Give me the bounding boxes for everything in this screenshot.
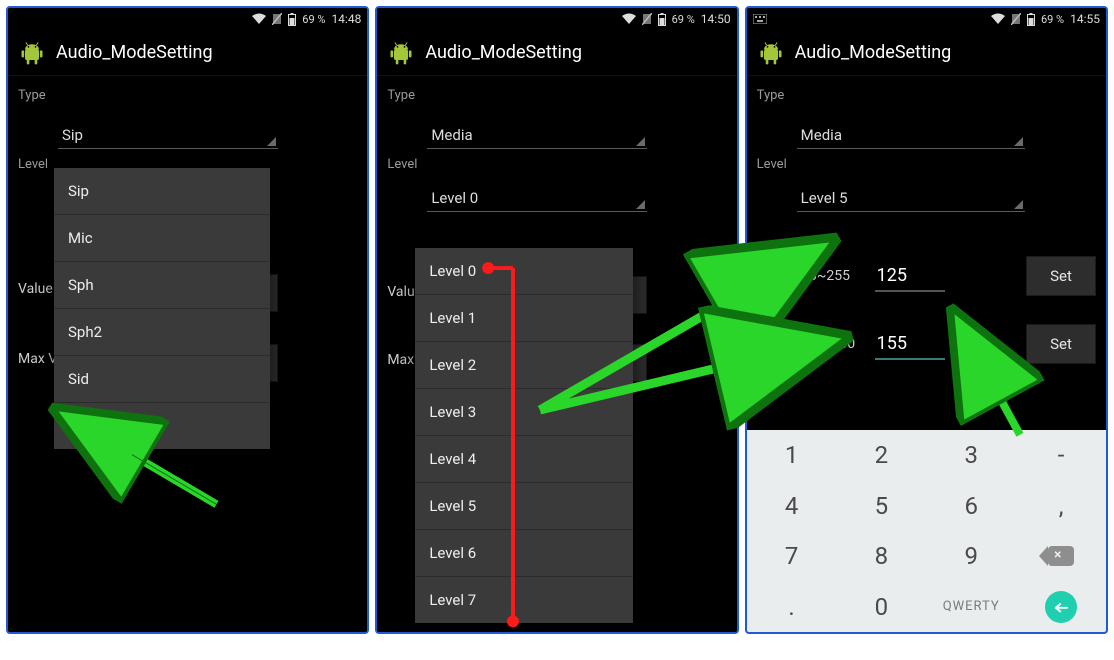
dropdown-item-level3[interactable]: Level 3: [415, 389, 633, 436]
key-comma[interactable]: ,: [1016, 481, 1106, 532]
dropdown-item-level1[interactable]: Level 1: [415, 295, 633, 342]
key-4[interactable]: 4: [747, 481, 837, 532]
type-spinner[interactable]: Sip: [58, 115, 278, 149]
backspace-icon: ×: [1048, 546, 1074, 566]
key-dot[interactable]: .: [747, 582, 837, 633]
maxvol-set-button[interactable]: Set: [1026, 324, 1096, 364]
app-title: Audio_ModeSetting: [56, 42, 213, 63]
key-9[interactable]: 9: [926, 531, 1016, 582]
dropdown-item-level7[interactable]: Level 7: [415, 577, 633, 623]
chevron-down-icon: [1014, 137, 1023, 146]
clock-time: 14:50: [701, 12, 731, 26]
app-title: Audio_ModeSetting: [425, 42, 582, 63]
type-spinner-value: Media: [431, 126, 472, 144]
dropdown-item-level2[interactable]: Level 2: [415, 342, 633, 389]
battery-percent: 69 %: [302, 13, 325, 26]
status-bar: 69 % 14:55: [747, 8, 1106, 30]
dropdown-item-level0[interactable]: Level 0: [415, 248, 633, 295]
value-label: Value is 0~255: [757, 268, 867, 284]
status-bar: 69 % 14:50: [377, 8, 736, 30]
level-dropdown[interactable]: Level 0 Level 1 Level 2 Level 3 Level 4 …: [415, 248, 633, 623]
battery-percent: 69 %: [672, 13, 695, 26]
key-8[interactable]: 8: [836, 531, 926, 582]
chevron-down-icon: [267, 137, 276, 146]
value-label-stub: Value: [18, 281, 53, 297]
dropdown-item-level4[interactable]: Level 4: [415, 436, 633, 483]
value-input[interactable]: 125: [875, 261, 945, 292]
level-spinner[interactable]: Level 0: [427, 178, 647, 212]
clock-time: 14:55: [1070, 12, 1100, 26]
app-header: Audio_ModeSetting: [377, 30, 736, 76]
key-1[interactable]: 1: [747, 430, 837, 481]
phone-panel-2: 69 % 14:50 Audio_ModeSetting Type Media …: [375, 6, 738, 634]
android-logo-icon: [387, 39, 415, 67]
battery-percent: 69 %: [1041, 13, 1064, 26]
type-label: Type: [757, 88, 1096, 103]
sim-off-icon: [272, 13, 282, 25]
app-title: Audio_ModeSetting: [795, 42, 952, 63]
app-header: Audio_ModeSetting: [747, 30, 1106, 76]
maxvol-input[interactable]: 155: [875, 329, 945, 360]
key-5[interactable]: 5: [836, 481, 926, 532]
dropdown-item-level5[interactable]: Level 5: [415, 483, 633, 530]
phone-panel-1: 69 % 14:48 Audio_ModeSetting Type Sip Le…: [6, 6, 369, 634]
status-bar: 69 % 14:48: [8, 8, 367, 30]
key-7[interactable]: 7: [747, 531, 837, 582]
ime-indicator-icon: [753, 14, 767, 24]
sim-off-icon: [1011, 13, 1021, 25]
wifi-icon: [622, 13, 636, 25]
phone-panel-3: 69 % 14:55 Audio_ModeSetting Type Media …: [745, 6, 1108, 634]
chevron-down-icon: [1014, 200, 1023, 209]
android-logo-icon: [757, 39, 785, 67]
enter-icon: [1045, 591, 1077, 623]
app-header: Audio_ModeSetting: [8, 30, 367, 76]
max-label-stub: Max V: [18, 351, 57, 367]
maxvol-label: Max Vol. 0~160: [757, 336, 867, 352]
type-spinner[interactable]: Media: [427, 115, 647, 149]
key-minus[interactable]: -: [1016, 430, 1106, 481]
key-backspace[interactable]: ×: [1016, 531, 1106, 582]
sim-off-icon: [642, 13, 652, 25]
type-spinner-value: Media: [801, 126, 842, 144]
key-2[interactable]: 2: [836, 430, 926, 481]
key-enter[interactable]: [1016, 582, 1106, 633]
type-dropdown[interactable]: Sip Mic Sph Sph2 Sid Media: [54, 168, 270, 449]
battery-icon: [658, 13, 666, 26]
numeric-keyboard[interactable]: 1 2 3 - 4 5 6 , 7 8 9 × . 0: [747, 430, 1106, 632]
type-label: Type: [18, 88, 357, 103]
level-label: Level: [387, 157, 726, 172]
type-spinner[interactable]: Media: [797, 115, 1025, 149]
android-logo-icon: [18, 39, 46, 67]
type-label: Type: [387, 88, 726, 103]
chevron-down-icon: [636, 200, 645, 209]
wifi-icon: [252, 13, 266, 25]
dropdown-item-sid[interactable]: Sid: [54, 356, 270, 403]
level-spinner[interactable]: Level 5: [797, 178, 1025, 212]
chevron-down-icon: [636, 137, 645, 146]
dropdown-item-mic[interactable]: Mic: [54, 215, 270, 262]
clock-time: 14:48: [331, 12, 361, 26]
dropdown-item-sph[interactable]: Sph: [54, 262, 270, 309]
key-6[interactable]: 6: [926, 481, 1016, 532]
dropdown-item-sip[interactable]: Sip: [54, 168, 270, 215]
dropdown-item-sph2[interactable]: Sph2: [54, 309, 270, 356]
battery-icon: [288, 13, 296, 26]
wifi-icon: [991, 13, 1005, 25]
battery-icon: [1027, 13, 1035, 26]
key-3[interactable]: 3: [926, 430, 1016, 481]
level-label: Level: [757, 157, 1096, 172]
key-0[interactable]: 0: [836, 582, 926, 633]
level-spinner-value: Level 5: [801, 189, 848, 207]
level-spinner-value: Level 0: [431, 189, 478, 207]
dropdown-item-level6[interactable]: Level 6: [415, 530, 633, 577]
dropdown-item-media[interactable]: Media: [54, 403, 270, 449]
type-spinner-value: Sip: [62, 126, 83, 144]
key-qwerty[interactable]: QWERTY: [926, 582, 1016, 633]
value-set-button[interactable]: Set: [1026, 256, 1096, 296]
